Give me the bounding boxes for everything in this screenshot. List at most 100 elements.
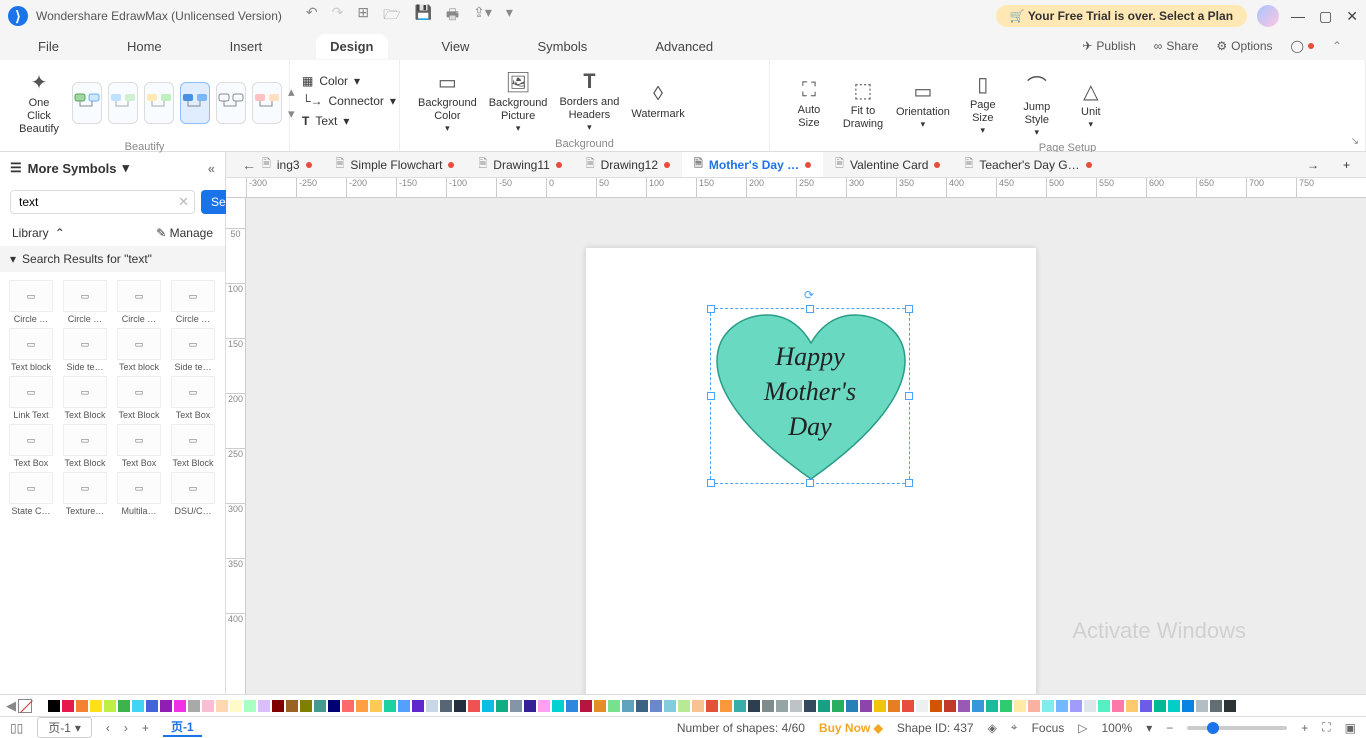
- resize-handle[interactable]: [806, 479, 814, 487]
- resize-handle[interactable]: [707, 479, 715, 487]
- color-swatch[interactable]: [958, 700, 970, 712]
- no-color-swatch[interactable]: [18, 699, 32, 713]
- color-swatch[interactable]: [1070, 700, 1082, 712]
- connector-menu[interactable]: └→Connector ▾: [302, 94, 396, 108]
- color-swatch[interactable]: [230, 700, 242, 712]
- menu-insert[interactable]: Insert: [216, 34, 277, 59]
- color-swatch[interactable]: [874, 700, 886, 712]
- menu-symbols[interactable]: Symbols: [523, 34, 601, 59]
- color-swatch[interactable]: [902, 700, 914, 712]
- doc-tab[interactable]: ←🗎ing3: [230, 152, 324, 177]
- symbol-item[interactable]: ▭Text block: [114, 328, 164, 372]
- print-icon[interactable]: 🖶: [446, 4, 459, 28]
- color-swatch[interactable]: [146, 700, 158, 712]
- fit-page-icon[interactable]: ▣: [1345, 721, 1356, 735]
- zoom-out-icon[interactable]: −: [1166, 721, 1173, 735]
- color-swatch[interactable]: [762, 700, 774, 712]
- symbol-item[interactable]: ▭Multila…: [114, 472, 164, 516]
- color-swatch[interactable]: [706, 700, 718, 712]
- canvas-page[interactable]: ⟳ Happy Mother's Day: [586, 248, 1036, 694]
- doc-tab[interactable]: 🗎Drawing12: [574, 152, 682, 177]
- symbol-item[interactable]: ▭Circle …: [60, 280, 110, 324]
- color-swatch[interactable]: [860, 700, 872, 712]
- redo-icon[interactable]: ↷: [332, 4, 344, 28]
- style-preset-6[interactable]: [252, 82, 282, 124]
- zoom-slider[interactable]: [1187, 726, 1287, 730]
- color-swatch[interactable]: [1112, 700, 1124, 712]
- color-swatch[interactable]: [1182, 700, 1194, 712]
- clear-search-icon[interactable]: ✕: [178, 194, 189, 210]
- symbol-item[interactable]: ▭Text block: [6, 328, 56, 372]
- color-swatch[interactable]: [720, 700, 732, 712]
- maximize-icon[interactable]: ▢: [1319, 8, 1332, 25]
- color-swatch[interactable]: [1056, 700, 1068, 712]
- symbol-item[interactable]: ▭State C…: [6, 472, 56, 516]
- pages-view-icon[interactable]: ▯▯: [10, 721, 23, 735]
- color-swatch[interactable]: [300, 700, 312, 712]
- resize-handle[interactable]: [905, 305, 913, 313]
- options-button[interactable]: ⚙Options: [1216, 39, 1272, 53]
- color-swatch[interactable]: [832, 700, 844, 712]
- bg-color-button[interactable]: ▭Background Color▾: [412, 66, 483, 138]
- doc-tab[interactable]: 🗎Drawing11: [466, 152, 573, 177]
- color-menu[interactable]: ▦Color ▾: [302, 74, 396, 88]
- color-swatch[interactable]: [468, 700, 480, 712]
- symbol-item[interactable]: ▭DSU/C…: [168, 472, 218, 516]
- symbol-item[interactable]: ▭Text Box: [114, 424, 164, 468]
- color-swatch[interactable]: [244, 700, 256, 712]
- symbol-item[interactable]: ▭Side te…: [60, 328, 110, 372]
- minimize-icon[interactable]: —: [1291, 8, 1305, 25]
- auto-size-button[interactable]: ⛶Auto Size: [782, 75, 836, 134]
- color-swatch[interactable]: [398, 700, 410, 712]
- color-swatch[interactable]: [594, 700, 606, 712]
- doc-tab[interactable]: 🗎Valentine Card: [823, 152, 952, 177]
- color-swatch[interactable]: [174, 700, 186, 712]
- color-swatch[interactable]: [972, 700, 984, 712]
- color-swatch[interactable]: [482, 700, 494, 712]
- chevron-down-icon[interactable]: ▾: [10, 252, 16, 266]
- symbol-search-input[interactable]: [10, 190, 195, 214]
- color-strip-prev-icon[interactable]: ◀: [6, 698, 16, 714]
- notifications-button[interactable]: ◯: [1291, 39, 1314, 53]
- color-swatch[interactable]: [104, 700, 116, 712]
- menu-home[interactable]: Home: [113, 34, 176, 59]
- style-preset-2[interactable]: [108, 82, 138, 124]
- color-swatch[interactable]: [1042, 700, 1054, 712]
- qat-more-icon[interactable]: ▾: [506, 4, 513, 28]
- color-swatch[interactable]: [846, 700, 858, 712]
- color-swatch[interactable]: [1028, 700, 1040, 712]
- collapse-ribbon-icon[interactable]: ⌃: [1332, 39, 1342, 53]
- color-swatch[interactable]: [90, 700, 102, 712]
- color-swatch[interactable]: [1084, 700, 1096, 712]
- color-swatch[interactable]: [118, 700, 130, 712]
- color-swatch[interactable]: [412, 700, 424, 712]
- color-swatch[interactable]: [608, 700, 620, 712]
- symbol-item[interactable]: ▭Text Block: [114, 376, 164, 420]
- color-swatch[interactable]: [1140, 700, 1152, 712]
- color-swatch[interactable]: [916, 700, 928, 712]
- color-swatch[interactable]: [888, 700, 900, 712]
- zoom-in-icon[interactable]: +: [1301, 721, 1308, 735]
- resize-handle[interactable]: [905, 392, 913, 400]
- close-icon[interactable]: ✕: [1346, 8, 1358, 25]
- resize-handle[interactable]: [905, 479, 913, 487]
- export-icon[interactable]: ⇪▾: [473, 4, 492, 28]
- color-swatch[interactable]: [664, 700, 676, 712]
- color-swatch[interactable]: [132, 700, 144, 712]
- page-tab[interactable]: 页-1: [163, 718, 202, 737]
- style-preset-3[interactable]: [144, 82, 174, 124]
- page-size-button[interactable]: ▯Page Size▾: [956, 68, 1010, 140]
- color-swatch[interactable]: [748, 700, 760, 712]
- doc-tab[interactable]: 🗎Simple Flowchart: [324, 152, 467, 177]
- symbol-item[interactable]: ▭Texture…: [60, 472, 110, 516]
- share-button[interactable]: ∞Share: [1154, 39, 1199, 53]
- color-swatch[interactable]: [944, 700, 956, 712]
- color-swatch[interactable]: [440, 700, 452, 712]
- color-swatch[interactable]: [384, 700, 396, 712]
- symbol-item[interactable]: ▭Text Box: [168, 376, 218, 420]
- color-swatch[interactable]: [160, 700, 172, 712]
- color-swatch[interactable]: [1224, 700, 1236, 712]
- menu-file[interactable]: File: [24, 34, 73, 59]
- color-swatch[interactable]: [286, 700, 298, 712]
- text-menu[interactable]: TText ▾: [302, 114, 396, 128]
